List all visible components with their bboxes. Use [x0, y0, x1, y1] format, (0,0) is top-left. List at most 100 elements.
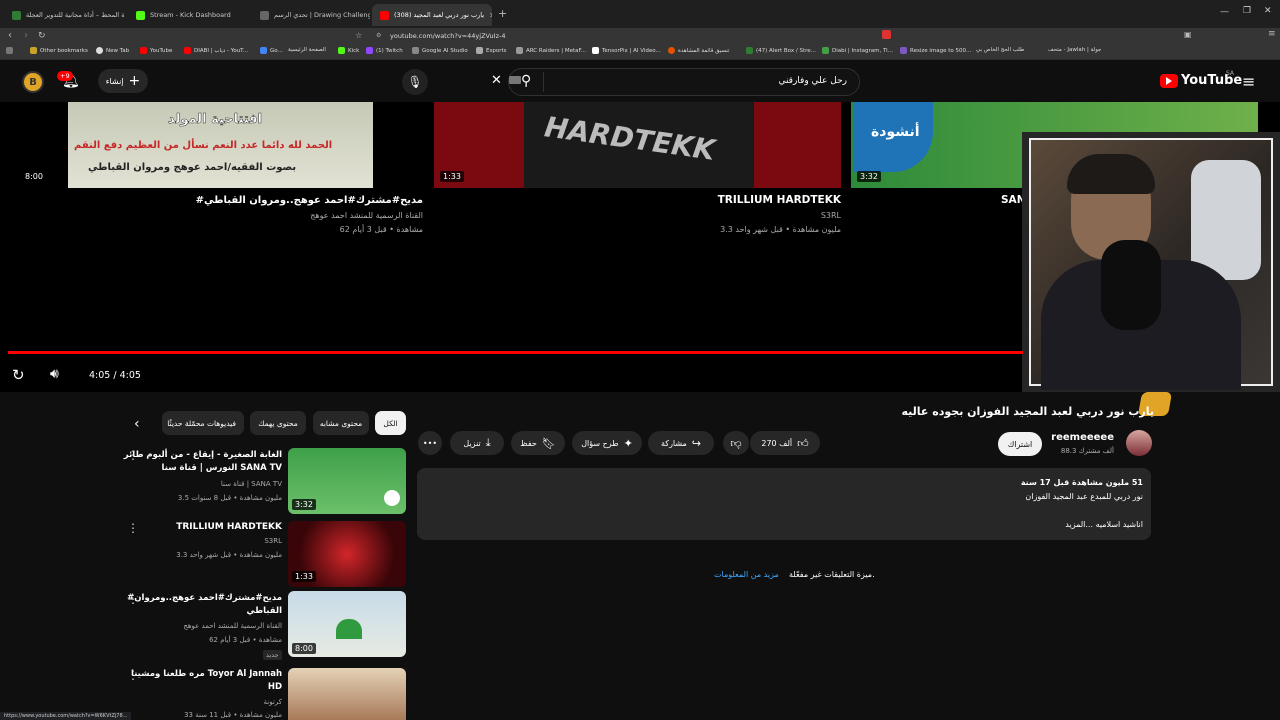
chip-all[interactable]: الكل: [375, 411, 406, 435]
chip-for-you[interactable]: محتوى يهمك: [250, 411, 306, 435]
more-options-icon[interactable]: ⋮: [127, 669, 139, 681]
related-title[interactable]: #مديح#مشترك#احمد عوهج..ومروان القباطي: [127, 592, 282, 618]
download-button[interactable]: تنزيل ⤓: [450, 431, 504, 455]
share-button[interactable]: مشاركة ↪: [648, 431, 714, 455]
replay-icon[interactable]: ↻: [12, 366, 25, 384]
create-button[interactable]: إنشاء +: [98, 69, 148, 93]
bookmark-item[interactable]: TensorPix | AI Video...: [592, 47, 661, 54]
bookmark-item[interactable]: تنسيق قائمة المشاهدة: [668, 47, 729, 54]
extensions-icon[interactable]: ▣: [1184, 30, 1192, 39]
save-button[interactable]: حفظ 🔖︎: [511, 431, 565, 455]
clear-search-icon[interactable]: ✕: [491, 73, 502, 88]
description-box[interactable]: 51 مليون مشاهدة قبل 17 سنة نور دربي للمب…: [417, 468, 1151, 540]
endscreen-channel[interactable]: القناة الرسمية للمنشد احمد عوهج: [310, 211, 423, 220]
keyboard-icon[interactable]: [509, 76, 521, 84]
back-icon[interactable]: ‹: [8, 30, 12, 42]
reload-icon[interactable]: ↻: [38, 30, 46, 42]
close-window-icon[interactable]: ✕: [1264, 6, 1272, 16]
endscreen-channel[interactable]: S3RL: [821, 211, 841, 220]
bookmark-label: New Tab: [106, 47, 130, 54]
bookmark-item[interactable]: Other bookmarks: [30, 47, 88, 54]
bookmark-item[interactable]: Resize image to 500...: [900, 47, 971, 54]
description-more[interactable]: اناشيد اسلاميه ...المزيد: [1065, 520, 1143, 529]
channel-avatar[interactable]: [1126, 430, 1152, 456]
apps-icon[interactable]: [6, 47, 13, 54]
browser-tab[interactable]: Stream - Kick Dashboard: [128, 4, 248, 26]
browser-tab[interactable]: تحدي الرسم | Drawing Challenge - جز: [252, 4, 370, 26]
endscreen-video-title[interactable]: #مديح#مشترك#احمد عوهج..ومروان القباطي: [196, 195, 423, 206]
progress-track[interactable]: [8, 351, 1023, 354]
bookmark-item[interactable]: Diabi | Instagram, Ti...: [822, 47, 893, 54]
volume-icon[interactable]: 🔊︎: [50, 366, 59, 382]
minimize-icon[interactable]: —: [1220, 7, 1229, 17]
bookmark-item[interactable]: Google AI Studio: [412, 47, 468, 54]
related-thumbnail[interactable]: [288, 668, 406, 720]
chip-similar[interactable]: محتوى مشابه: [313, 411, 369, 435]
bookmark-item[interactable]: Esports: [476, 47, 506, 54]
bookmark-item[interactable]: الصفحة الرئيسية: [288, 47, 326, 53]
more-actions-icon[interactable]: •••: [418, 431, 442, 455]
duration-badge: 1:33: [440, 171, 464, 182]
more-options-icon[interactable]: ⋮: [127, 593, 139, 605]
brave-shield-icon[interactable]: [882, 30, 891, 39]
share-label: مشاركة: [660, 438, 687, 448]
bookmark-item[interactable]: متحف - Jawlah | جولة: [1048, 47, 1101, 53]
related-channel[interactable]: قناة سنا | SANA TV: [221, 480, 282, 488]
bookmark-label: (47) Alert Box / Stre...: [756, 47, 816, 54]
learn-more-link[interactable]: مزيد من المعلومات: [714, 570, 779, 579]
bookmark-label: Diabi | Instagram, Ti...: [832, 47, 893, 54]
bookmark-star-icon[interactable]: ☆: [355, 30, 362, 42]
browser-menu-icon[interactable]: ≡: [1268, 29, 1276, 39]
like-button[interactable]: 270 ألف 👍︎: [750, 431, 820, 455]
bookmark-item[interactable]: (47) Alert Box / Stre...: [746, 47, 816, 54]
more-options-icon[interactable]: ⋮: [127, 522, 139, 534]
browser-tab-active[interactable]: (308) يارب نور دربي لعبد المجيد ✕: [372, 4, 492, 26]
download-label: تنزيل: [463, 438, 481, 448]
download-icon: ⤓: [485, 436, 491, 449]
bookmark-item[interactable]: Kick: [338, 47, 359, 54]
save-label: حفظ: [520, 438, 537, 448]
more-options-icon[interactable]: ⋮: [127, 449, 139, 461]
endscreen-thumbnail[interactable]: HARDTEKK: [434, 102, 841, 188]
browser-tab[interactable]: مجلة المحط – أداة مجانية للتدوير العجلة: [4, 4, 124, 26]
voice-search-icon[interactable]: 🎙︎: [402, 69, 428, 95]
bookmark-item[interactable]: Go...: [260, 47, 283, 54]
forward-icon[interactable]: ›: [24, 30, 28, 42]
browser-tab-bar: مجلة المحط – أداة مجانية للتدوير العجلة …: [0, 0, 1280, 28]
site-info-icon[interactable]: ⚙: [376, 32, 381, 39]
related-stats: 33 مليون مشاهدة • قبل 11 سنة: [184, 711, 282, 719]
dislike-button[interactable]: 👎︎: [723, 431, 749, 455]
bookmark-item[interactable]: DIABI | دياب - YouT...: [184, 47, 248, 54]
bookmark-item[interactable]: (1) Twitch: [366, 47, 403, 54]
related-title[interactable]: الغابة الصغيرة - إيقاع - من ألبوم طائر ال…: [124, 449, 282, 475]
bookmark-label: Other bookmarks: [40, 47, 88, 54]
endscreen-video-title[interactable]: TRILLIUM HARDTEKK: [718, 194, 841, 206]
related-title[interactable]: مره طلعنا ومشينا Toyor Al Jannah HD: [131, 668, 282, 694]
endscreen-thumbnail[interactable]: افتتاحية المولد الحمد لله دائما عدد النع…: [68, 102, 373, 188]
bookmark-item[interactable]: طلب الحج الخاص بي: [976, 47, 1024, 53]
channel-name[interactable]: reemeeeee: [1051, 432, 1114, 443]
search-icon[interactable]: ⚲: [521, 73, 531, 89]
guide-menu-icon[interactable]: ≡: [1242, 72, 1255, 91]
youtube-logo-icon[interactable]: [1160, 74, 1178, 88]
subscribe-button[interactable]: اشتراك: [998, 432, 1042, 456]
bookmark-item[interactable]: YouTube: [140, 47, 172, 54]
thumbnail-overlay-text: أنشودة: [871, 124, 920, 140]
related-channel[interactable]: كرتونة: [264, 698, 282, 706]
chips-scroll-left-icon[interactable]: ‹: [134, 416, 140, 432]
related-channel[interactable]: القناة الرسمية للمنشد احمد عوهج: [183, 622, 282, 630]
tab-title: Stream - Kick Dashboard: [150, 11, 231, 19]
bookmark-item[interactable]: ARC Raiders | MetaF...: [516, 47, 586, 54]
related-title[interactable]: TRILLIUM HARDTEKK: [176, 521, 282, 534]
chip-recently-uploaded[interactable]: فيديوهات محمّلة حديثًا: [162, 411, 244, 435]
ask-button[interactable]: طرح سؤال ✦: [572, 431, 642, 455]
account-avatar[interactable]: B: [22, 71, 44, 93]
duration-badge: 1:33: [292, 571, 316, 582]
related-channel[interactable]: S3RL: [264, 537, 282, 545]
search-input[interactable]: رحل علي وفارقني: [778, 76, 847, 86]
close-tab-icon[interactable]: ✕: [489, 11, 492, 20]
maximize-icon[interactable]: ❐: [1243, 6, 1251, 16]
new-tab-icon[interactable]: +: [498, 7, 507, 20]
search-box[interactable]: ⚲ ✕ رحل علي وفارقني: [491, 68, 860, 96]
bookmark-item[interactable]: New Tab: [96, 47, 129, 54]
